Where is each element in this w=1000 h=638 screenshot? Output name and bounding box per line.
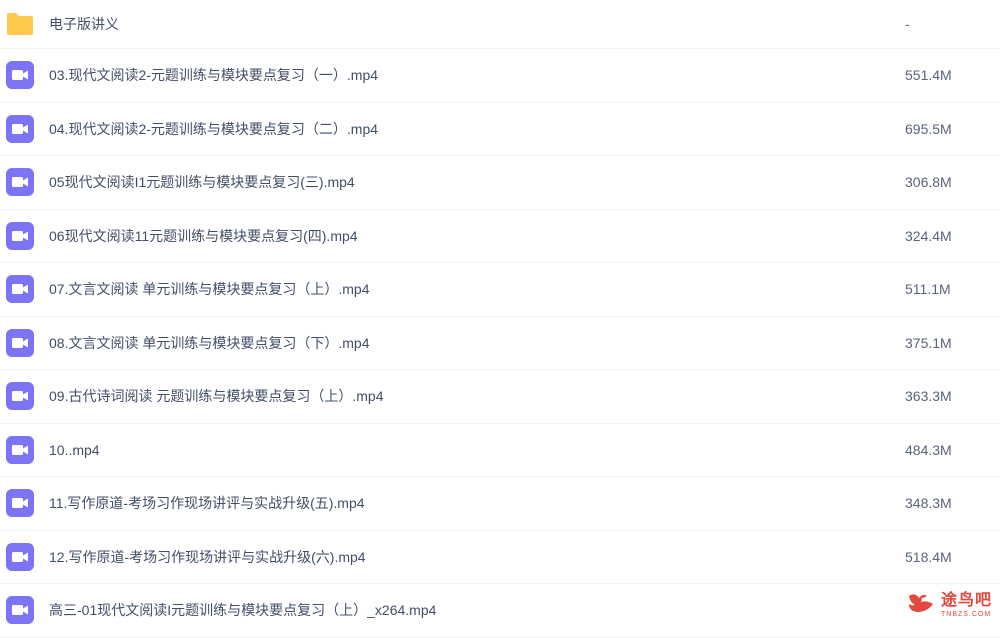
video-icon xyxy=(5,488,35,518)
file-size: 348.3M xyxy=(905,495,952,512)
file-row[interactable]: 08.文言文阅读 单元训练与模块要点复习（下）.mp4 375.1M xyxy=(0,317,1000,370)
file-row[interactable]: 05现代文阅读I1元题训练与模块要点复习(三).mp4 306.8M xyxy=(0,156,1000,210)
file-row[interactable]: 04.现代文阅读2-元题训练与模块要点复习（二）.mp4 695.5M xyxy=(0,103,1000,156)
file-row[interactable]: 高三-01现代文阅读I元题训练与模块要点复习（上）_x264.mp4 xyxy=(0,584,1000,638)
video-icon xyxy=(5,60,35,90)
file-name[interactable]: 08.文言文阅读 单元训练与模块要点复习（下）.mp4 xyxy=(49,333,369,353)
folder-icon xyxy=(5,9,35,39)
file-size: 695.5M xyxy=(905,120,952,137)
file-size: - xyxy=(905,16,910,32)
file-size: 375.1M xyxy=(905,334,952,351)
file-name[interactable]: 04.现代文阅读2-元题训练与模块要点复习（二）.mp4 xyxy=(49,119,378,139)
watermark-text: 途鸟吧 xyxy=(940,592,992,609)
file-name[interactable]: 05现代文阅读I1元题训练与模块要点复习(三).mp4 xyxy=(49,172,355,192)
file-name[interactable]: 06现代文阅读11元题训练与模块要点复习(四).mp4 xyxy=(49,226,358,246)
watermark-logo: 途鸟吧 TNBZS.COM xyxy=(905,590,992,621)
file-name[interactable]: 电子版讲义 xyxy=(49,14,119,34)
file-name[interactable]: 07.文言文阅读 单元训练与模块要点复习（上）.mp4 xyxy=(49,279,369,299)
bird-logo-icon xyxy=(905,590,937,621)
file-name[interactable]: 03.现代文阅读2-元题训练与模块要点复习（一）.mp4 xyxy=(49,65,378,85)
file-size: 484.3M xyxy=(905,441,952,458)
file-row[interactable]: 12.写作原道-考场习作现场讲评与实战升级(六).mp4 518.4M xyxy=(0,531,1000,584)
video-icon xyxy=(5,114,35,144)
file-name[interactable]: 高三-01现代文阅读I元题训练与模块要点复习（上）_x264.mp4 xyxy=(49,600,436,620)
video-icon xyxy=(5,221,35,251)
file-size: 363.3M xyxy=(905,388,952,405)
file-row[interactable]: 06现代文阅读11元题训练与模块要点复习(四).mp4 324.4M xyxy=(0,210,1000,263)
file-name[interactable]: 11.写作原道-考场习作现场讲评与实战升级(五).mp4 xyxy=(49,493,365,513)
video-icon xyxy=(5,328,35,358)
video-icon xyxy=(5,167,35,197)
file-size: 306.8M xyxy=(905,174,952,191)
file-list: 电子版讲义 - 03.现代文阅读2-元题训练与模块要点复习（一）.mp4 551.4M… xyxy=(0,0,1000,638)
file-row[interactable]: 10..mp4 484.3M xyxy=(0,424,1000,477)
video-icon xyxy=(5,435,35,465)
watermark-subtext: TNBZS.COM xyxy=(940,611,992,618)
file-name[interactable]: 10..mp4 xyxy=(49,442,100,458)
file-size: 551.4M xyxy=(905,67,952,84)
file-size: 518.4M xyxy=(905,548,952,565)
file-row[interactable]: 11.写作原道-考场习作现场讲评与实战升级(五).mp4 348.3M xyxy=(0,477,1000,531)
video-icon xyxy=(5,274,35,304)
file-row[interactable]: 07.文言文阅读 单元训练与模块要点复习（上）.mp4 511.1M xyxy=(0,263,1000,317)
video-icon xyxy=(5,542,35,572)
file-name[interactable]: 09.古代诗词阅读 元题训练与模块要点复习（上）.mp4 xyxy=(49,386,383,406)
file-row[interactable]: 09.古代诗词阅读 元题训练与模块要点复习（上）.mp4 363.3M xyxy=(0,370,1000,424)
file-row[interactable]: 电子版讲义 - xyxy=(0,0,1000,49)
file-size: 324.4M xyxy=(905,227,952,244)
file-size: 511.1M xyxy=(905,281,951,298)
file-row[interactable]: 03.现代文阅读2-元题训练与模块要点复习（一）.mp4 551.4M xyxy=(0,49,1000,103)
video-icon xyxy=(5,381,35,411)
file-name[interactable]: 12.写作原道-考场习作现场讲评与实战升级(六).mp4 xyxy=(49,547,366,567)
video-icon xyxy=(5,595,35,625)
